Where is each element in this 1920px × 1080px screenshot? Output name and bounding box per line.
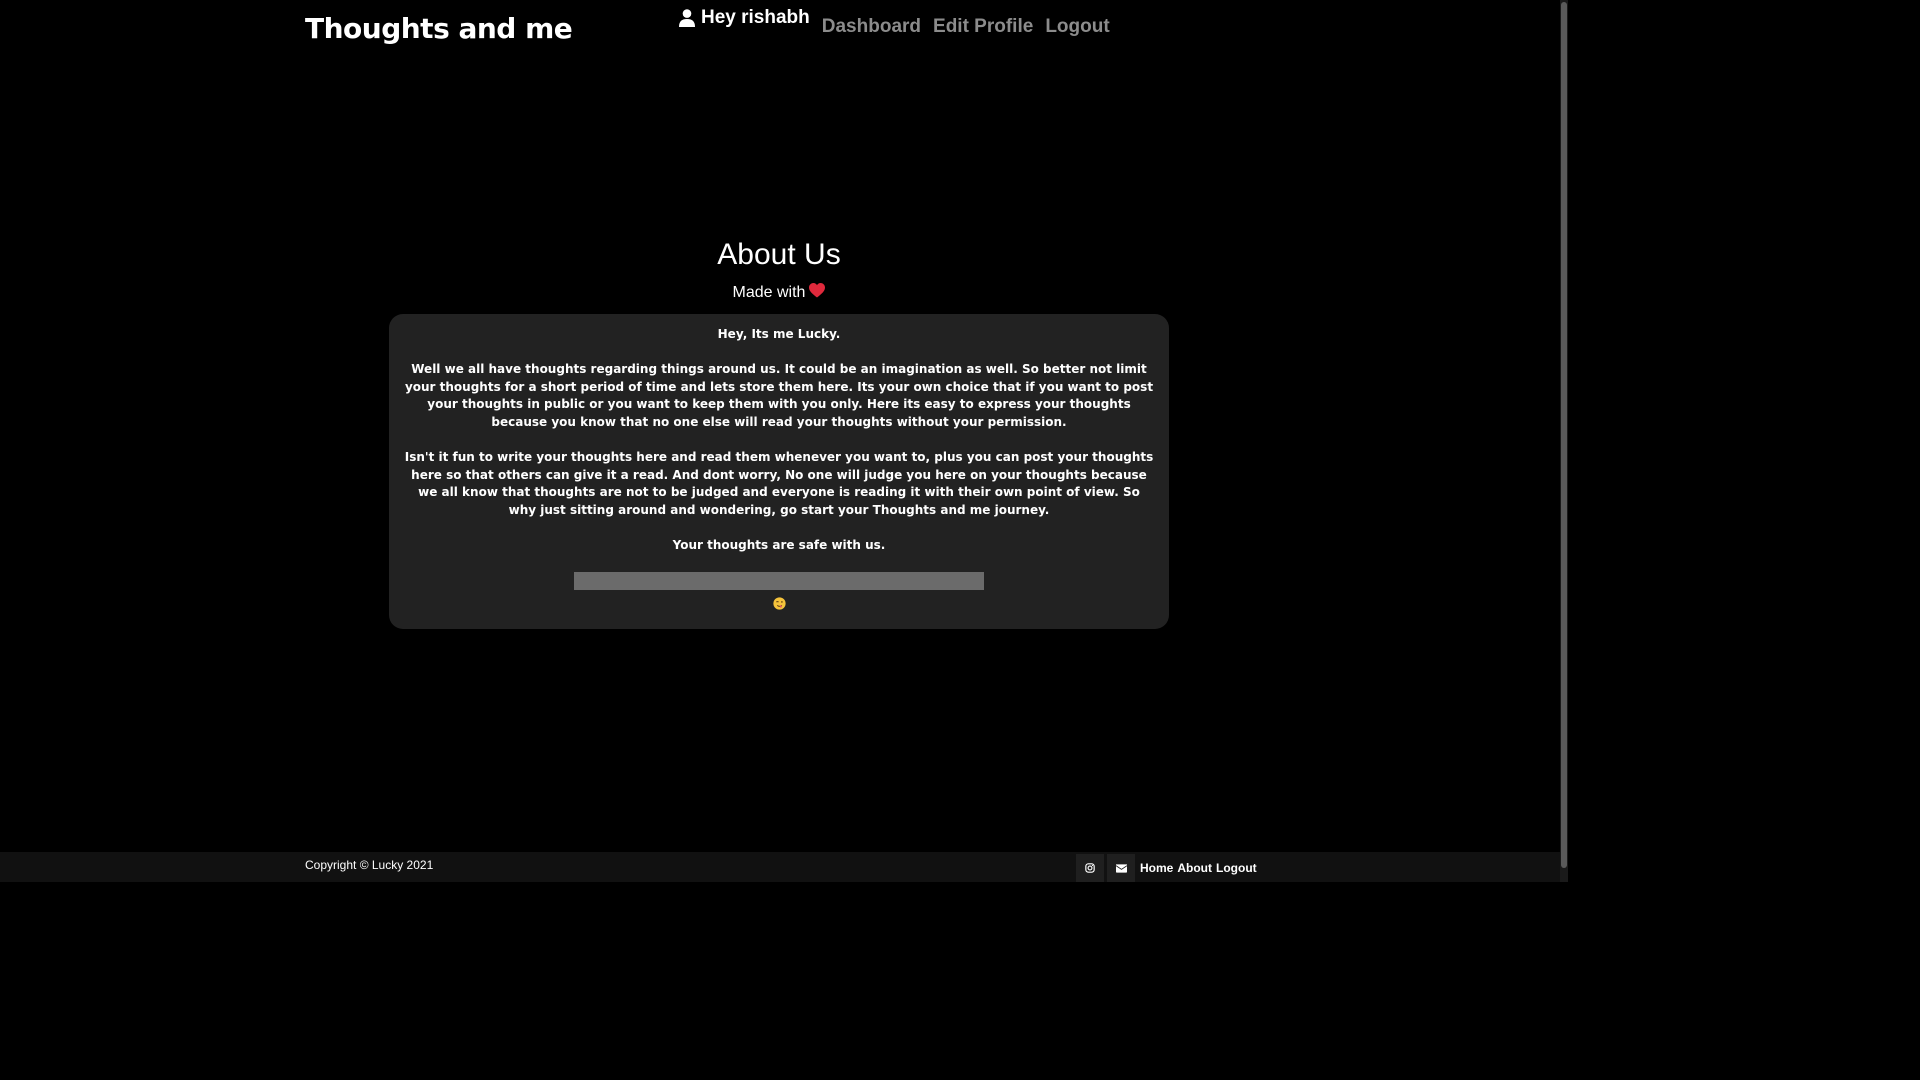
top-nav: Hey rishabh Dashboard Edit Profile Logou… (679, 7, 1110, 38)
nav-edit-profile[interactable]: Edit Profile (933, 16, 1033, 38)
mail-button[interactable] (1107, 854, 1135, 882)
placeholder-bar (574, 572, 984, 591)
about-paragraph-2: Isn't it fun to write your thoughts here… (404, 450, 1154, 517)
footer: Copyright © Lucky 2021 Home About Logout (0, 852, 1560, 882)
scrollbar-thumb[interactable] (1561, 2, 1567, 868)
footer-link-about[interactable]: About (1177, 861, 1212, 875)
mail-icon (1115, 863, 1127, 873)
user-icon (679, 9, 695, 27)
page-title: About Us (717, 238, 841, 271)
footer-link-home[interactable]: Home (1140, 861, 1173, 875)
page-subtitle: Made with (0, 283, 1558, 303)
footer-actions: Home About Logout (1076, 854, 1257, 882)
heart-icon (809, 283, 826, 303)
greeting-text: Hey rishabh (701, 7, 810, 28)
footer-link-logout[interactable]: Logout (1216, 861, 1257, 875)
instagram-icon (1085, 863, 1095, 873)
instagram-button[interactable] (1076, 854, 1104, 882)
user-greeting: Hey rishabh (679, 7, 810, 29)
vertical-scrollbar[interactable] (1560, 0, 1568, 882)
brand-logo[interactable]: Thoughts and me (305, 12, 573, 45)
nav-dashboard[interactable]: Dashboard (822, 16, 921, 38)
wink-emoji-icon (403, 597, 1155, 610)
about-closing: Your thoughts are safe with us. (672, 538, 886, 553)
copyright-text: Copyright © Lucky 2021 (305, 858, 434, 872)
about-intro: Hey, Its me Lucky. (717, 327, 841, 341)
subtitle-text: Made with (732, 284, 806, 301)
footer-links: Home About Logout (1140, 861, 1257, 875)
nav-logout[interactable]: Logout (1045, 16, 1109, 38)
about-card: Hey, Its me Lucky. Well we all have thou… (389, 314, 1169, 629)
about-paragraph-1: Well we all have thoughts regarding thin… (404, 362, 1154, 429)
page: Thoughts and me Hey rishabh Dashboard Ed… (0, 0, 1568, 882)
